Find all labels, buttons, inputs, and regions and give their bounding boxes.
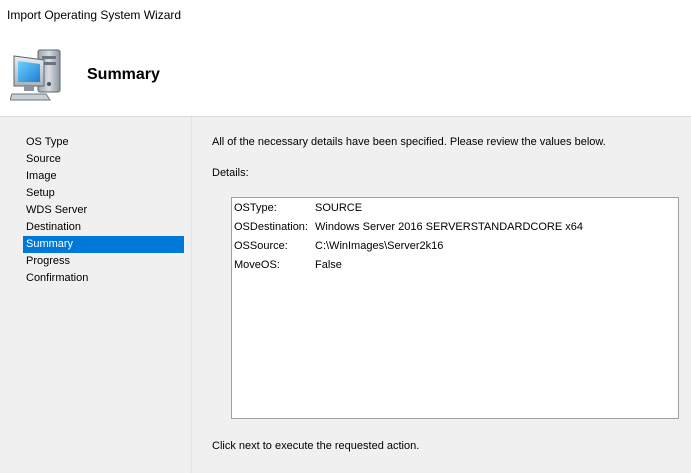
- detail-row-ossource: OSSource: C:\WinImages\Server2k16: [234, 238, 674, 255]
- step-setup[interactable]: Setup: [23, 185, 184, 202]
- footer-instruction: Click next to execute the requested acti…: [212, 440, 420, 452]
- step-list: OS Type Source Image Setup WDS Server De…: [23, 134, 184, 287]
- detail-value: Windows Server 2016 SERVERSTANDARDCORE x…: [315, 221, 583, 233]
- title-bar: Import Operating System Wizard: [0, 0, 691, 30]
- step-image[interactable]: Image: [23, 168, 184, 185]
- details-textbox[interactable]: OSType: SOURCE OSDestination: Windows Se…: [231, 197, 679, 419]
- detail-key: MoveOS:: [234, 259, 280, 271]
- detail-row-moveos: MoveOS: False: [234, 257, 674, 274]
- step-confirmation[interactable]: Confirmation: [23, 270, 184, 287]
- window-title: Import Operating System Wizard: [7, 8, 182, 22]
- detail-key: OSSource:: [234, 240, 288, 252]
- step-wds-server[interactable]: WDS Server: [23, 202, 184, 219]
- step-summary[interactable]: Summary: [23, 236, 184, 253]
- details-label: Details:: [212, 167, 249, 179]
- detail-value: C:\WinImages\Server2k16: [315, 240, 444, 252]
- detail-value: SOURCE: [315, 202, 363, 214]
- wizard-steps-sidebar: OS Type Source Image Setup WDS Server De…: [0, 117, 191, 473]
- computer-icon: [9, 46, 68, 102]
- detail-value: False: [315, 259, 342, 271]
- page-title: Summary: [87, 66, 160, 83]
- detail-row-ostype: OSType: SOURCE: [234, 200, 674, 217]
- intro-text: All of the necessary details have been s…: [212, 136, 606, 148]
- detail-row-osdestination: OSDestination: Windows Server 2016 SERVE…: [234, 219, 674, 236]
- step-progress[interactable]: Progress: [23, 253, 184, 270]
- summary-panel: All of the necessary details have been s…: [192, 117, 691, 473]
- detail-key: OSType:: [234, 202, 277, 214]
- detail-key: OSDestination:: [234, 221, 308, 233]
- step-os-type[interactable]: OS Type: [23, 134, 184, 151]
- wizard-header: Summary: [0, 30, 691, 116]
- wizard-window: Import Operating System Wizard Summary O…: [0, 0, 691, 473]
- step-source[interactable]: Source: [23, 151, 184, 168]
- step-destination[interactable]: Destination: [23, 219, 184, 236]
